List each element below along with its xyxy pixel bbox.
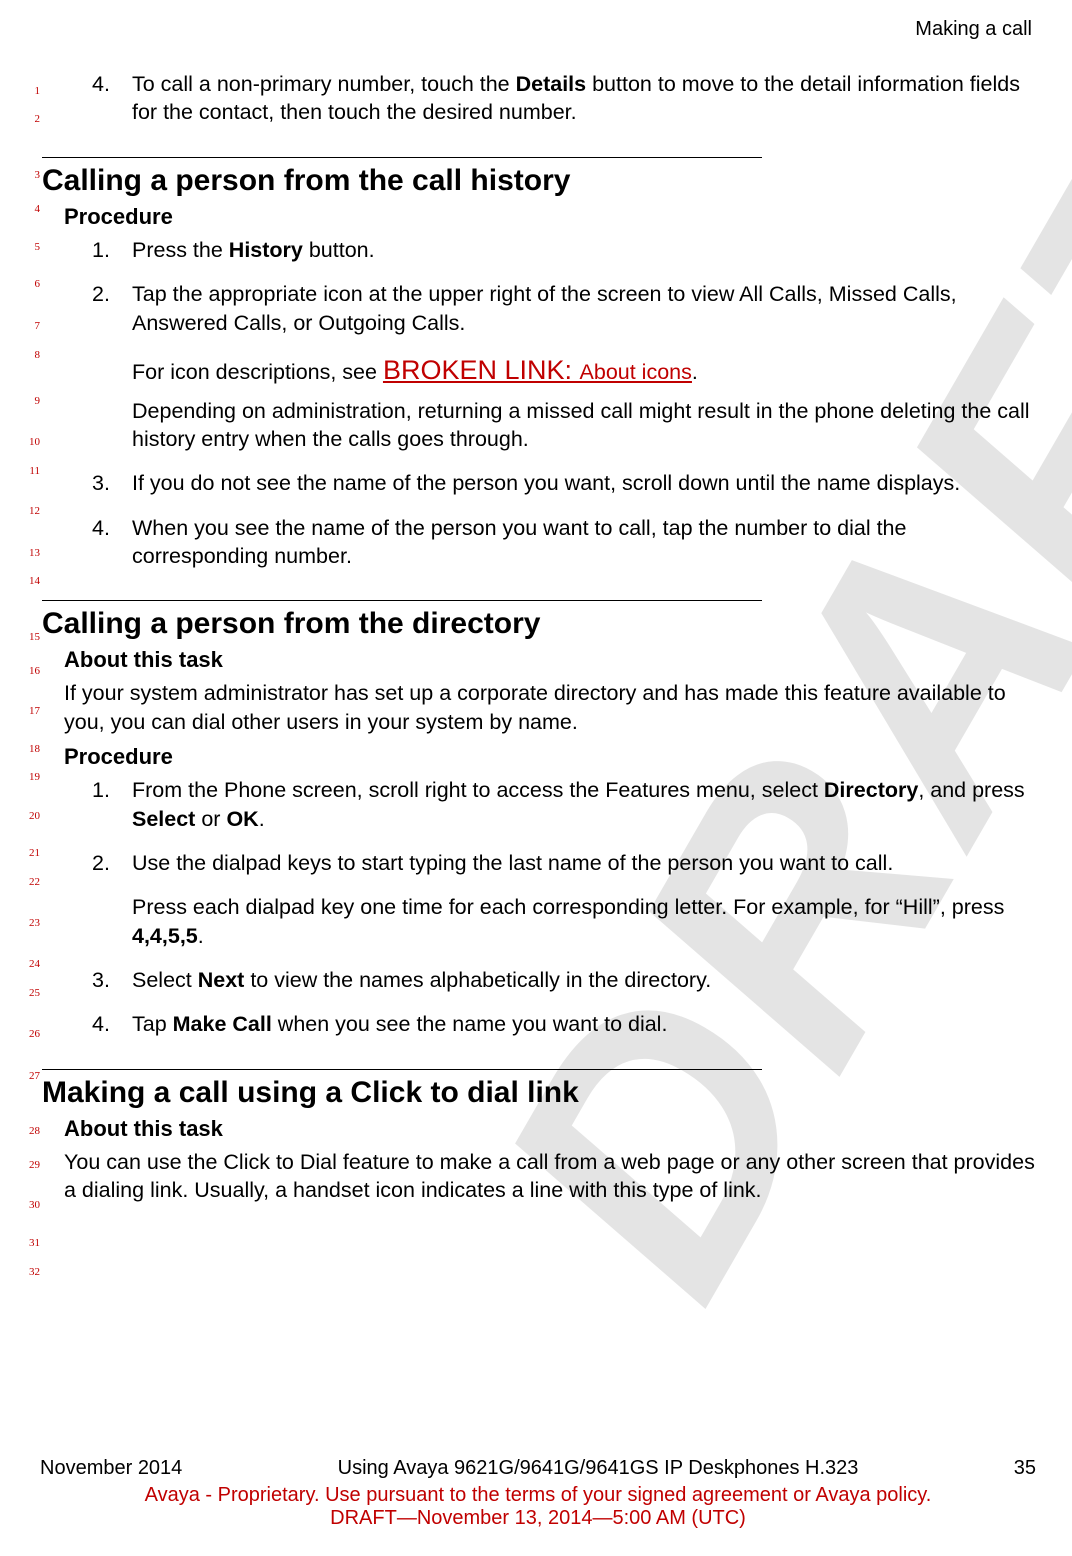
line-num: 13: [29, 547, 40, 559]
line-num: 15: [29, 631, 40, 643]
list-number: 4.: [42, 1010, 132, 1038]
line-num: 14: [29, 575, 40, 587]
list-number: 4.: [42, 70, 132, 127]
line-num: 17: [29, 705, 40, 717]
line-num: 23: [29, 917, 40, 929]
broken-link[interactable]: BROKEN LINK: About icons: [383, 355, 692, 385]
line-num: 2: [35, 113, 41, 125]
list-number: 2.: [42, 849, 132, 877]
line-num: 27: [29, 1070, 40, 1082]
section-heading-click-to-dial: Making a call using a Click to dial link: [42, 1076, 1036, 1110]
list-number: 3.: [42, 966, 132, 994]
footer-doc-title: Using Avaya 9621G/9641G/9641GS IP Deskph…: [338, 1457, 859, 1480]
line-num: 24: [29, 958, 40, 970]
list-number: 2.: [42, 280, 132, 337]
line-num: 20: [29, 810, 40, 822]
icon-description-line: For icon descriptions, see BROKEN LINK: …: [132, 353, 1036, 389]
footer-page-number: 35: [1014, 1457, 1036, 1480]
line-num: 32: [29, 1266, 40, 1278]
list-number: 1.: [42, 236, 132, 264]
line-num: 22: [29, 876, 40, 888]
list-number: 1.: [42, 776, 132, 833]
about-task-text: If your system administrator has set up …: [64, 679, 1036, 736]
line-num: 9: [35, 395, 41, 407]
footer-draft-timestamp: DRAFT—November 13, 2014—5:00 AM (UTC): [40, 1507, 1036, 1530]
line-num: 5: [35, 241, 41, 253]
list-text: To call a non-primary number, touch the …: [132, 70, 1036, 127]
line-num: 10: [29, 436, 40, 448]
line-num: 25: [29, 987, 40, 999]
subheading-procedure: Procedure: [64, 204, 1036, 230]
line-num: 11: [29, 465, 40, 477]
sec1-item-4: 4. When you see the name of the person y…: [42, 514, 1036, 571]
line-num: 21: [29, 847, 40, 859]
line-num: 6: [35, 278, 41, 290]
sec1-item-1: 1. Press the History button.: [42, 236, 1036, 264]
section-divider: [42, 157, 762, 158]
subheading-procedure: Procedure: [64, 744, 1036, 770]
page-footer: November 2014 Using Avaya 9621G/9641G/96…: [40, 1457, 1036, 1530]
line-num: 12: [29, 505, 40, 517]
list-text: Press the History button.: [132, 236, 1036, 264]
line-num: 8: [35, 349, 41, 361]
page-header: Making a call: [915, 18, 1032, 41]
line-num: 31: [29, 1237, 40, 1249]
list-text: If you do not see the name of the person…: [132, 469, 1036, 497]
line-num: 30: [29, 1199, 40, 1211]
sec2-item-2: 2. Use the dialpad keys to start typing …: [42, 849, 1036, 877]
sec2-item-2-note: Press each dialpad key one time for each…: [132, 893, 1036, 950]
admin-note: Depending on administration, returning a…: [132, 397, 1036, 454]
list-text: Tap the appropriate icon at the upper ri…: [132, 280, 1036, 337]
sec2-item-4: 4. Tap Make Call when you see the name y…: [42, 1010, 1036, 1038]
line-num: 3: [35, 169, 41, 181]
list-text: From the Phone screen, scroll right to a…: [132, 776, 1036, 833]
section-heading-call-history: Calling a person from the call history: [42, 164, 1036, 198]
line-num: 29: [29, 1159, 40, 1171]
list-text: Select Next to view the names alphabetic…: [132, 966, 1036, 994]
sec1-item-2: 2. Tap the appropriate icon at the upper…: [42, 280, 1036, 337]
list-number: 3.: [42, 469, 132, 497]
line-num: 19: [29, 771, 40, 783]
line-num: 26: [29, 1028, 40, 1040]
subheading-about-task: About this task: [64, 1116, 1036, 1142]
section-divider: [42, 1069, 762, 1070]
line-num: 7: [35, 320, 41, 332]
subheading-about-task: About this task: [64, 647, 1036, 673]
about-task-text: You can use the Click to Dial feature to…: [64, 1148, 1036, 1205]
list-text: Use the dialpad keys to start typing the…: [132, 849, 1036, 877]
section-divider: [42, 600, 762, 601]
top-list-item-4: 4. To call a non-primary number, touch t…: [42, 70, 1036, 127]
line-num: 18: [29, 743, 40, 755]
line-num: 16: [29, 665, 40, 677]
footer-date: November 2014: [40, 1457, 182, 1480]
footer-proprietary: Avaya - Proprietary. Use pursuant to the…: [40, 1484, 1036, 1507]
line-num: 1: [35, 85, 41, 97]
list-number: 4.: [42, 514, 132, 571]
list-text: Tap Make Call when you see the name you …: [132, 1010, 1036, 1038]
list-text: When you see the name of the person you …: [132, 514, 1036, 571]
sec2-item-1: 1. From the Phone screen, scroll right t…: [42, 776, 1036, 833]
line-num: 4: [35, 203, 41, 215]
sec1-item-3: 3. If you do not see the name of the per…: [42, 469, 1036, 497]
section-heading-directory: Calling a person from the directory: [42, 607, 1036, 641]
sec2-item-3: 3. Select Next to view the names alphabe…: [42, 966, 1036, 994]
line-num: 28: [29, 1125, 40, 1137]
